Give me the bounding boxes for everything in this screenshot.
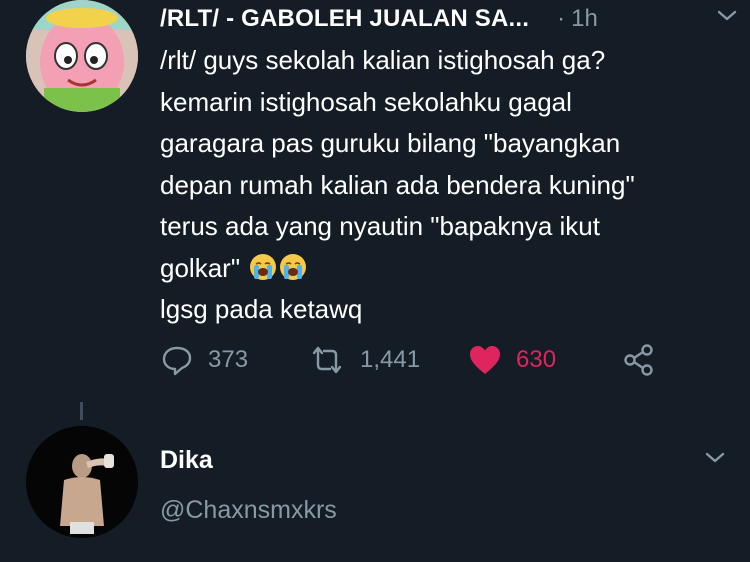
- tweet-display-name[interactable]: /RLT/ - GABOLEH JUALAN SA...: [160, 5, 529, 33]
- loudly-crying-face-icon: [280, 253, 307, 280]
- user-card[interactable]: Dika @Chaxnsmxkrs: [0, 420, 750, 562]
- retweet-icon: [312, 346, 342, 374]
- user-handle[interactable]: @Chaxnsmxkrs: [160, 496, 337, 525]
- reply-count: 373: [208, 346, 249, 373]
- tweet-line-4: depan rumah kalian ada bendera kuning": [160, 169, 635, 200]
- tweet-line-3: garagara pas guruku bilang "bayangkan: [160, 128, 621, 158]
- user-display-name[interactable]: Dika: [160, 446, 213, 475]
- tweet-author-avatar[interactable]: [26, 0, 138, 112]
- chevron-down-icon[interactable]: [716, 4, 738, 26]
- retweet-button[interactable]: 1,441: [308, 340, 420, 380]
- tweet-header: /RLT/ - GABOLEH JUALAN SA... · 1h: [160, 4, 730, 34]
- tweet-screen: /RLT/ - GABOLEH JUALAN SA... · 1h /rlt/ g…: [0, 0, 750, 562]
- reply-button[interactable]: 373: [160, 340, 248, 380]
- tweet-card[interactable]: /RLT/ - GABOLEH JUALAN SA... · 1h /rlt/ g…: [0, 0, 750, 400]
- loudly-crying-face-icon: [250, 253, 277, 280]
- tweet-line-6: golkar": [160, 252, 241, 283]
- like-count: 630: [516, 346, 557, 373]
- retweet-count: 1,441: [360, 346, 421, 373]
- timestamp-value: 1h: [571, 5, 598, 32]
- thread-connector-line: [80, 402, 83, 420]
- tweet-line-7: lgsg pada ketawq: [160, 294, 363, 324]
- tweet-line-1: /rlt/ guys sekolah kalian istighosah ga?: [160, 45, 606, 75]
- tweet-timestamp[interactable]: · 1h: [557, 5, 598, 33]
- tweet-actions: 373 1,441 630: [160, 340, 660, 380]
- reply-icon: [162, 346, 192, 376]
- tweet-text: /rlt/ guys sekolah kalian istighosah ga?…: [160, 40, 735, 331]
- user-avatar[interactable]: [26, 426, 138, 538]
- dika-avatar-image: [26, 426, 138, 538]
- tweet-line-2: kemarin istighosah sekolahku gagal: [160, 86, 572, 117]
- like-button[interactable]: 630: [468, 340, 556, 380]
- heart-icon: [470, 346, 500, 374]
- timestamp-separator: ·: [557, 5, 566, 32]
- patrick-avatar-image: [26, 0, 138, 112]
- share-button[interactable]: [622, 340, 656, 380]
- tweet-line-5: terus ada yang nyautin "bapaknya ikut: [160, 211, 600, 241]
- share-icon: [624, 344, 653, 376]
- chevron-down-icon[interactable]: [704, 446, 726, 468]
